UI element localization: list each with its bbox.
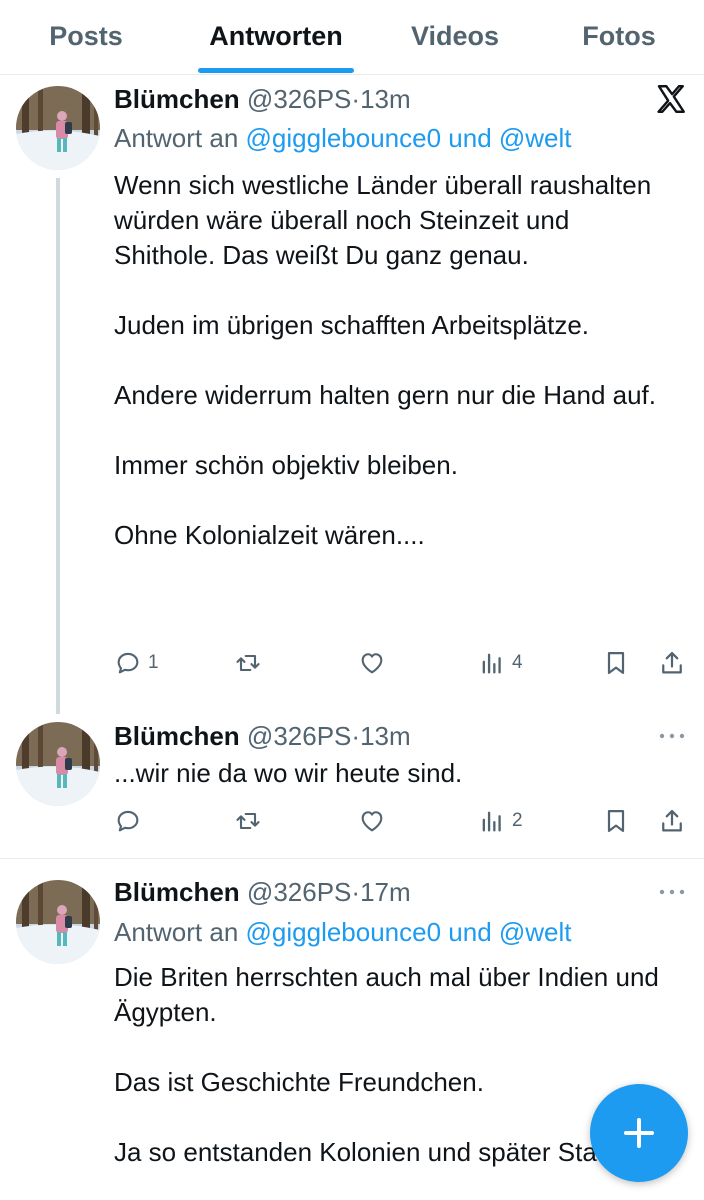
views-icon (478, 807, 506, 835)
views-button[interactable]: 4 (478, 646, 523, 680)
tab-antworten[interactable]: Antworten (190, 0, 362, 74)
post-header: Blümchen @326PS·13m (114, 720, 411, 752)
post-actions: 1 4 (114, 646, 686, 680)
avatar[interactable] (16, 86, 100, 170)
post-text: ...wir nie da wo wir heute sind. (114, 756, 674, 791)
bookmark-button[interactable] (602, 804, 630, 838)
reply-joiner: und (441, 123, 499, 153)
bookmark-icon (602, 807, 630, 835)
mention-link[interactable]: @welt (499, 917, 572, 947)
post-paragraph: Immer schön objektiv bleiben. (114, 450, 458, 480)
reply-context: Antwort an @gigglebounce0 und @welt (114, 916, 572, 948)
profile-tabs: Posts Antworten Videos Fotos (0, 0, 704, 75)
post-paragraph: Juden im übrigen schafften Arbeitsplätze… (114, 310, 590, 340)
mention-link[interactable]: @welt (499, 123, 572, 153)
bookmark-icon (602, 649, 630, 677)
compose-button[interactable] (590, 1084, 688, 1182)
views-count: 2 (512, 810, 523, 831)
user-handle[interactable]: @326PS (247, 877, 351, 907)
like-button[interactable] (358, 804, 386, 838)
share-button[interactable] (658, 646, 686, 680)
post-time[interactable]: 13m (360, 84, 411, 114)
bookmark-button[interactable] (602, 646, 630, 680)
views-icon (478, 649, 506, 677)
repost-icon (234, 807, 262, 835)
reply-icon (114, 807, 142, 835)
mention-link[interactable]: @gigglebounce0 (246, 917, 442, 947)
share-icon (658, 807, 686, 835)
tab-videos[interactable]: Videos (392, 0, 518, 74)
repost-button[interactable] (234, 646, 262, 680)
post-divider (0, 858, 704, 859)
display-name[interactable]: Blümchen (114, 84, 240, 114)
post-paragraph: ...wir nie da wo wir heute sind. (114, 758, 463, 788)
post-paragraph: Wenn sich westliche Länder überall raush… (114, 170, 652, 270)
post-text: Wenn sich westliche Länder überall raush… (114, 168, 674, 553)
reply-button[interactable] (114, 804, 142, 838)
post-time[interactable]: 17m (360, 877, 411, 907)
post-actions: 2 (114, 804, 686, 838)
views-count: 4 (512, 652, 523, 673)
post-time[interactable]: 13m (360, 721, 411, 751)
repost-button[interactable] (234, 804, 262, 838)
tab-fotos[interactable]: Fotos (562, 0, 676, 74)
more-icon[interactable] (658, 887, 686, 897)
reply-button[interactable]: 1 (114, 646, 159, 680)
separator-dot: · (351, 84, 361, 114)
tab-posts[interactable]: Posts (20, 0, 152, 74)
reply-joiner: und (441, 917, 499, 947)
avatar[interactable] (16, 880, 100, 964)
more-icon[interactable] (658, 731, 686, 741)
x-logo-icon (657, 85, 685, 113)
share-icon (658, 649, 686, 677)
mention-link[interactable]: @gigglebounce0 (246, 123, 442, 153)
avatar[interactable] (16, 722, 100, 806)
reply-icon (114, 649, 142, 677)
separator-dot: · (351, 721, 361, 751)
like-icon (358, 649, 386, 677)
reply-prefix: Antwort an (114, 123, 246, 153)
user-handle[interactable]: @326PS (247, 84, 351, 114)
separator-dot: · (351, 877, 361, 907)
like-icon (358, 807, 386, 835)
display-name[interactable]: Blümchen (114, 877, 240, 907)
post-header: Blümchen @326PS·13m (114, 83, 411, 115)
reply-count: 1 (148, 652, 159, 673)
views-button[interactable]: 2 (478, 804, 523, 838)
like-button[interactable] (358, 646, 386, 680)
repost-icon (234, 649, 262, 677)
reply-context: Antwort an @gigglebounce0 und @welt (114, 122, 572, 154)
post-paragraph: Andere widerrum halten gern nur die Hand… (114, 380, 656, 410)
compose-plus-icon (624, 1118, 654, 1148)
thread-connector-line (56, 178, 60, 714)
post-header: Blümchen @326PS·17m (114, 876, 411, 908)
post-paragraph: Die Briten herrschten auch mal über Indi… (114, 962, 659, 1027)
reply-prefix: Antwort an (114, 917, 246, 947)
active-tab-indicator (198, 68, 354, 73)
display-name[interactable]: Blümchen (114, 721, 240, 751)
share-button[interactable] (658, 804, 686, 838)
user-handle[interactable]: @326PS (247, 721, 351, 751)
post-paragraph: Ohne Kolonialzeit wären.... (114, 520, 425, 550)
